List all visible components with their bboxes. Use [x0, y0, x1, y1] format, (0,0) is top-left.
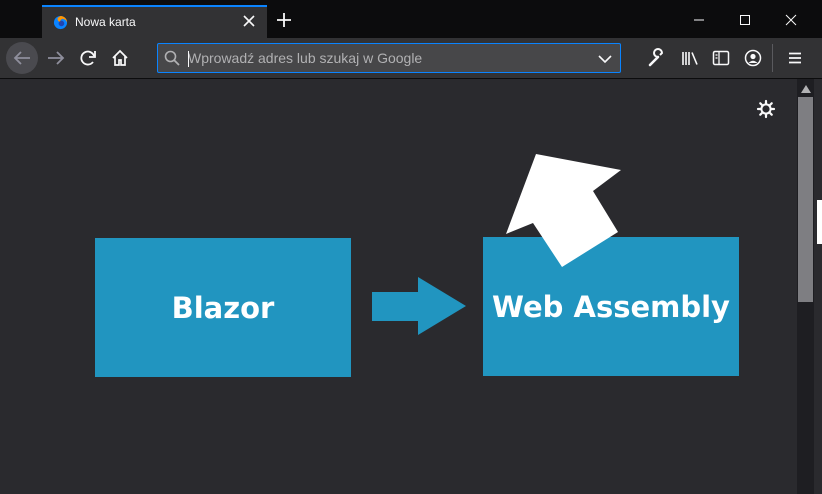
chevron-down-icon[interactable]	[596, 50, 614, 68]
maximize-icon[interactable]	[722, 0, 768, 38]
toolbar-separator	[772, 44, 773, 72]
forward-arrow-icon	[48, 51, 65, 65]
vertical-scrollbar[interactable]	[797, 79, 822, 494]
wrench-icon[interactable]	[645, 46, 669, 70]
forward-button[interactable]	[40, 42, 72, 74]
reload-button[interactable]	[72, 42, 104, 74]
scroll-up-icon[interactable]	[800, 84, 812, 94]
scroll-thumb[interactable]	[798, 97, 813, 302]
home-icon	[112, 49, 128, 66]
minimize-icon[interactable]	[676, 0, 722, 38]
up-arrow-shape	[506, 154, 621, 267]
text-caret	[188, 51, 189, 67]
close-window-icon[interactable]	[768, 0, 814, 38]
navigation-toolbar	[0, 38, 822, 79]
hamburger-menu-icon[interactable]	[783, 46, 807, 70]
tab-nowa-karta[interactable]: Nowa karta	[42, 5, 267, 38]
url-bar[interactable]	[157, 43, 621, 73]
page-content: Blazor Web Assembly	[0, 79, 797, 494]
close-icon[interactable]	[241, 13, 257, 29]
reload-icon	[80, 50, 96, 66]
home-button[interactable]	[104, 42, 136, 74]
right-arrow-shape	[372, 277, 466, 335]
account-icon[interactable]	[741, 46, 765, 70]
new-tab-icon[interactable]	[275, 11, 293, 29]
back-button[interactable]	[6, 42, 38, 74]
window-edge	[817, 200, 822, 244]
url-input[interactable]	[188, 47, 588, 69]
tab-title: Nowa karta	[75, 15, 136, 29]
slide-arrows	[372, 154, 621, 335]
library-icon[interactable]	[678, 46, 702, 70]
search-icon	[164, 50, 180, 66]
back-arrow-icon	[13, 51, 30, 65]
title-bar: Nowa karta	[0, 0, 822, 38]
sidebar-icon[interactable]	[709, 46, 733, 70]
firefox-logo-icon	[53, 15, 68, 30]
